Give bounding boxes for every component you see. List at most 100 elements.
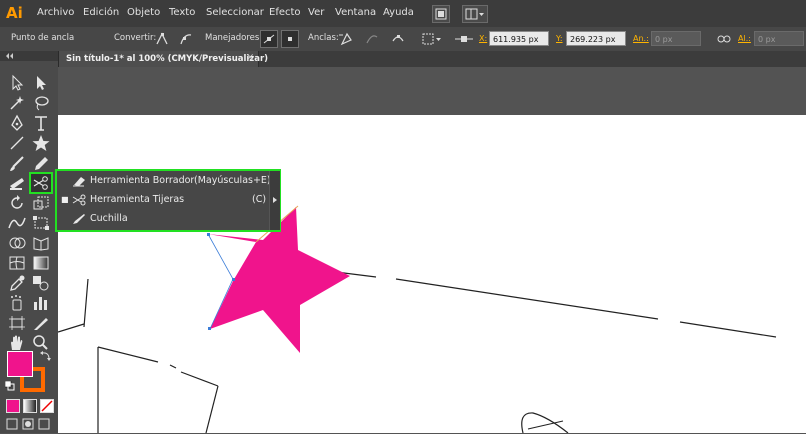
selection-arrow-icon	[12, 74, 24, 91]
mesh-tool[interactable]	[7, 254, 27, 272]
shape-builder-tool[interactable]	[7, 234, 27, 252]
bridge-button[interactable]	[432, 5, 450, 23]
menu-bar: Ai Archivo Edición Objeto Texto Seleccio…	[0, 0, 806, 28]
width-tool[interactable]	[7, 214, 27, 232]
document-tab[interactable]: Sin título-1* al 100% (CMYK/Previsualiza…	[58, 51, 268, 67]
gradient-tool[interactable]	[31, 254, 51, 272]
lasso-tool[interactable]	[31, 94, 51, 112]
connect-anchors-button[interactable]	[364, 31, 380, 47]
path-segment[interactable]	[58, 323, 85, 333]
pen-tool[interactable]	[7, 114, 27, 132]
scissors-icon	[71, 193, 87, 207]
dashed-path-lower[interactable]	[97, 346, 219, 387]
type-tool[interactable]	[31, 114, 51, 132]
menu-objeto[interactable]: Objeto	[127, 7, 160, 18]
menu-seleccionar[interactable]: Seleccionar	[206, 7, 264, 18]
lasso-icon	[35, 96, 49, 111]
column-graph-tool[interactable]	[31, 294, 51, 312]
x-key: X:	[479, 34, 488, 43]
eyedropper-tool[interactable]	[7, 274, 27, 292]
symbol-sprayer-tool[interactable]	[7, 294, 27, 312]
show-handles-button[interactable]	[260, 30, 278, 48]
path-segment[interactable]	[205, 385, 219, 433]
default-colors-button[interactable]	[4, 380, 15, 391]
convert-smooth-icon	[180, 34, 192, 45]
hand-tool[interactable]	[7, 334, 27, 352]
menu-texto[interactable]: Texto	[169, 7, 195, 18]
drawing-modes-icon	[6, 418, 50, 430]
drawing-modes[interactable]	[5, 417, 53, 431]
scissors-tool[interactable]	[29, 172, 53, 194]
flyout-tearoff[interactable]	[269, 171, 280, 230]
none-slash-icon	[41, 400, 53, 412]
align-anchor-button[interactable]	[453, 31, 475, 47]
anchor-point[interactable]	[232, 278, 235, 281]
constrain-proportions-button[interactable]	[716, 31, 732, 47]
isolate-button[interactable]	[421, 31, 443, 47]
toolbox-header[interactable]	[0, 51, 58, 61]
magic-wand-icon	[10, 96, 24, 110]
path-segment[interactable]	[83, 278, 89, 328]
height-field[interactable]: 0 px	[754, 31, 804, 46]
toolbox	[0, 51, 59, 433]
height-key: Al.:	[738, 34, 751, 43]
artboard-tool[interactable]	[7, 314, 27, 332]
pencil-tool[interactable]	[31, 154, 51, 172]
paintbrush-icon	[10, 156, 24, 171]
menu-ayuda[interactable]: Ayuda	[383, 7, 414, 18]
blob-brush-icon	[10, 178, 24, 190]
selection-tool[interactable]	[7, 74, 27, 92]
swap-colors-button[interactable]	[40, 350, 52, 362]
direct-selection-tool[interactable]	[31, 74, 51, 92]
y-key: Y:	[556, 34, 563, 43]
star-icon	[32, 135, 50, 151]
magic-wand-tool[interactable]	[7, 94, 27, 112]
convert-corner-button[interactable]	[154, 31, 170, 47]
slice-tool[interactable]	[31, 314, 51, 332]
handles-icon	[263, 34, 275, 44]
convert-smooth-button[interactable]	[178, 31, 194, 47]
menu-edicion[interactable]: Edición	[83, 7, 119, 18]
perspective-grid-tool[interactable]	[31, 234, 51, 252]
cut-path-button[interactable]	[390, 31, 406, 47]
hide-handles-button[interactable]	[281, 30, 299, 48]
anchor-point[interactable]	[207, 233, 210, 236]
width-field[interactable]: 0 px	[651, 31, 701, 46]
anchor-point[interactable]	[208, 327, 211, 330]
tearoff-arrow-icon	[273, 197, 277, 203]
none-mode-button[interactable]	[40, 399, 54, 413]
fill-swatch[interactable]	[7, 351, 33, 377]
menu-efecto[interactable]: Efecto	[269, 7, 301, 18]
menu-archivo[interactable]: Archivo	[37, 7, 74, 18]
color-mode-button[interactable]	[6, 399, 20, 413]
gradient-icon	[33, 256, 49, 270]
blend-tool[interactable]	[31, 274, 51, 292]
close-tab-icon[interactable]: ×	[246, 52, 254, 63]
remove-anchor-button[interactable]	[338, 31, 354, 47]
artwork[interactable]	[58, 67, 806, 433]
menu-ventana[interactable]: Ventana	[335, 7, 376, 18]
paintbrush-tool[interactable]	[7, 154, 27, 172]
symbol-sprayer-icon	[11, 295, 22, 311]
flyout-item-scissors[interactable]: ■ Herramienta Tijeras (C)	[57, 191, 279, 209]
x-position-field[interactable]: 611.935 px	[489, 31, 549, 46]
handles-label: Manejadores:	[205, 33, 263, 43]
scale-tool[interactable]	[31, 194, 51, 212]
curve-path[interactable]	[521, 412, 569, 433]
flyout-item-eraser[interactable]: Herramienta Borrador (Mayúsculas+E)	[57, 172, 279, 190]
tool-flyout: Herramienta Borrador (Mayúsculas+E) ■ He…	[55, 169, 281, 232]
free-transform-icon	[33, 216, 49, 230]
blob-brush-tool[interactable]	[7, 174, 27, 192]
flyout-item-knife[interactable]: Cuchilla	[57, 210, 279, 228]
menu-ver[interactable]: Ver	[308, 7, 324, 18]
gradient-mode-button[interactable]	[23, 399, 37, 413]
line-segment-icon	[10, 136, 24, 150]
line-segment-tool[interactable]	[7, 134, 27, 152]
star-tool[interactable]	[31, 134, 51, 152]
y-position-field[interactable]: 269.223 px	[566, 31, 626, 46]
arrange-documents-button[interactable]	[462, 5, 488, 23]
flyout-item-shortcut: (Mayúsculas+E)	[194, 175, 271, 186]
canvas-area[interactable]	[58, 67, 806, 433]
rotate-tool[interactable]	[7, 194, 27, 212]
free-transform-tool[interactable]	[31, 214, 51, 232]
